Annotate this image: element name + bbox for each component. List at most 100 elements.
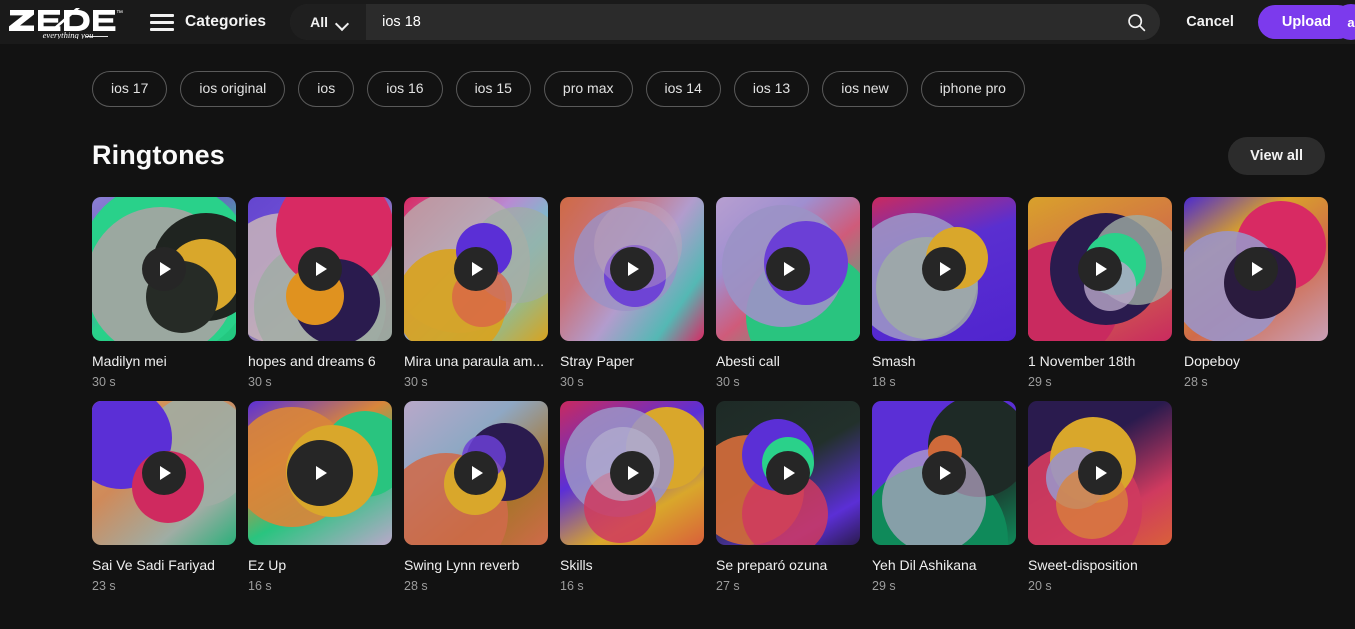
play-triangle-icon — [1252, 261, 1263, 276]
ringtone-artwork[interactable] — [1028, 400, 1172, 545]
ringtone-artwork[interactable] — [404, 196, 548, 341]
ringtone-card[interactable]: Ez Up 16 s — [248, 400, 392, 593]
categories-button[interactable]: Categories — [140, 9, 276, 35]
play-triangle-icon — [472, 261, 483, 276]
play-icon[interactable] — [766, 246, 810, 291]
play-icon[interactable] — [766, 450, 810, 495]
search-button[interactable] — [1112, 4, 1161, 40]
play-icon[interactable] — [610, 450, 654, 495]
ringtone-artwork[interactable] — [716, 400, 860, 545]
ringtone-artwork[interactable] — [248, 400, 392, 545]
tag-chip[interactable]: ios 17 — [92, 71, 168, 107]
svg-text:everything you: everything you — [43, 30, 94, 39]
ringtone-title: Madilyn mei — [92, 352, 167, 369]
chevron-down-icon — [337, 19, 348, 26]
play-icon[interactable] — [922, 450, 966, 495]
ringtone-card[interactable]: Yeh Dil Ashikana 29 s — [872, 400, 1016, 593]
ringtone-artwork[interactable] — [872, 196, 1016, 341]
zedge-logo[interactable]: ™ everything you — [8, 4, 126, 40]
ringtone-artwork[interactable] — [1028, 196, 1172, 341]
ringtone-card[interactable]: Swing Lynn reverb 28 s — [404, 400, 548, 593]
ringtone-artwork[interactable] — [560, 400, 704, 545]
ringtone-artwork[interactable] — [560, 196, 704, 341]
tag-chip[interactable]: iphone pro — [920, 71, 1025, 107]
svg-text:™: ™ — [116, 10, 123, 17]
ringtone-title: Ez Up — [248, 556, 287, 573]
search-input[interactable] — [366, 4, 1113, 40]
ringtone-artwork[interactable] — [404, 400, 548, 545]
play-icon[interactable] — [1234, 246, 1278, 291]
tag-chip[interactable]: ios 15 — [455, 71, 531, 107]
tag-chip[interactable]: ios original — [180, 71, 286, 107]
ringtone-card[interactable]: Skills 16 s — [560, 400, 704, 593]
ringtone-card[interactable]: Mira una paraula am... 30 s — [404, 196, 548, 389]
play-icon[interactable] — [922, 246, 966, 291]
ringtone-title: Sweet-disposition — [1028, 556, 1138, 573]
ringtone-duration: 30 s — [716, 374, 740, 389]
ringtone-title: Stray Paper — [560, 352, 634, 369]
tag-chip[interactable]: ios new — [822, 71, 908, 107]
ringtone-duration: 18 s — [872, 374, 896, 389]
play-triangle-icon — [1096, 465, 1107, 480]
ringtone-card[interactable]: hopes and dreams 6 30 s — [248, 196, 392, 389]
ringtone-card[interactable]: Se preparó ozuna 27 s — [716, 400, 860, 593]
ringtone-title: Mira una paraula am... — [404, 352, 545, 369]
play-icon[interactable] — [610, 246, 654, 291]
search-icon — [1128, 13, 1146, 31]
tag-chip[interactable]: pro max — [543, 71, 633, 107]
play-triangle-icon — [940, 261, 951, 276]
ringtone-artwork[interactable] — [716, 196, 860, 341]
ringtone-duration: 30 s — [560, 374, 584, 389]
ringtone-duration: 20 s — [1028, 578, 1052, 593]
play-icon[interactable] — [142, 246, 186, 291]
ringtone-duration: 30 s — [404, 374, 428, 389]
tag-chip[interactable]: ios 14 — [645, 71, 721, 107]
ringtone-title: Abesti call — [716, 352, 780, 369]
play-triangle-icon — [940, 465, 951, 480]
ringtone-duration: 23 s — [92, 578, 116, 593]
ringtone-card[interactable]: Sai Ve Sadi Fariyad 23 s — [92, 400, 236, 593]
ringtone-card[interactable]: Sweet-disposition 20 s — [1028, 400, 1172, 593]
ringtone-duration: 16 s — [248, 578, 272, 593]
play-icon[interactable] — [454, 246, 498, 291]
ringtone-duration: 28 s — [404, 578, 428, 593]
view-all-button[interactable]: View all — [1228, 136, 1325, 175]
ringtone-card[interactable]: Madilyn mei 30 s — [92, 196, 236, 389]
ringtone-artwork[interactable] — [92, 196, 236, 341]
ringtone-title: Swing Lynn reverb — [404, 556, 520, 573]
play-icon[interactable] — [287, 439, 353, 506]
categories-label: Categories — [185, 13, 267, 30]
ringtone-card[interactable]: 1 November 18th 29 s — [1028, 196, 1172, 389]
tag-chip[interactable]: ios 13 — [733, 71, 810, 107]
tag-chip[interactable]: ios — [298, 71, 355, 107]
ringtone-title: Skills — [560, 556, 593, 573]
ringtone-title: hopes and dreams 6 — [248, 352, 376, 369]
category-filter-dropdown[interactable]: All — [290, 4, 367, 40]
search-bar: All — [290, 4, 1161, 40]
ringtone-duration: 16 s — [560, 578, 584, 593]
play-icon[interactable] — [1078, 246, 1122, 291]
play-icon[interactable] — [142, 450, 186, 495]
ringtone-card[interactable]: Abesti call 30 s — [716, 196, 860, 389]
ringtone-card[interactable]: Smash 18 s — [872, 196, 1016, 389]
play-icon[interactable] — [454, 450, 498, 495]
ringtone-artwork[interactable] — [1184, 196, 1328, 341]
play-icon[interactable] — [1078, 450, 1122, 495]
play-triangle-icon — [628, 261, 639, 276]
app-header: ™ everything you Categories All Cancel U… — [0, 0, 1355, 44]
ringtone-title: Sai Ve Sadi Fariyad — [92, 556, 215, 573]
ringtone-duration: 30 s — [248, 374, 272, 389]
play-icon[interactable] — [298, 246, 342, 291]
ringtone-artwork[interactable] — [92, 400, 236, 545]
ringtone-duration: 30 s — [92, 374, 116, 389]
ringtone-title: Smash — [872, 352, 916, 369]
play-triangle-icon — [316, 261, 327, 276]
tag-chip[interactable]: ios 16 — [367, 71, 443, 107]
ringtone-card[interactable]: Stray Paper 30 s — [560, 196, 704, 389]
suggested-tags: ios 17 ios original ios ios 16 ios 15 pro max… — [0, 44, 1355, 107]
play-triangle-icon — [784, 465, 795, 480]
ringtone-card[interactable]: Dopeboy 28 s — [1184, 196, 1328, 389]
ringtone-artwork[interactable] — [872, 400, 1016, 545]
cancel-button[interactable]: Cancel — [1172, 6, 1248, 38]
ringtone-artwork[interactable] — [248, 196, 392, 341]
